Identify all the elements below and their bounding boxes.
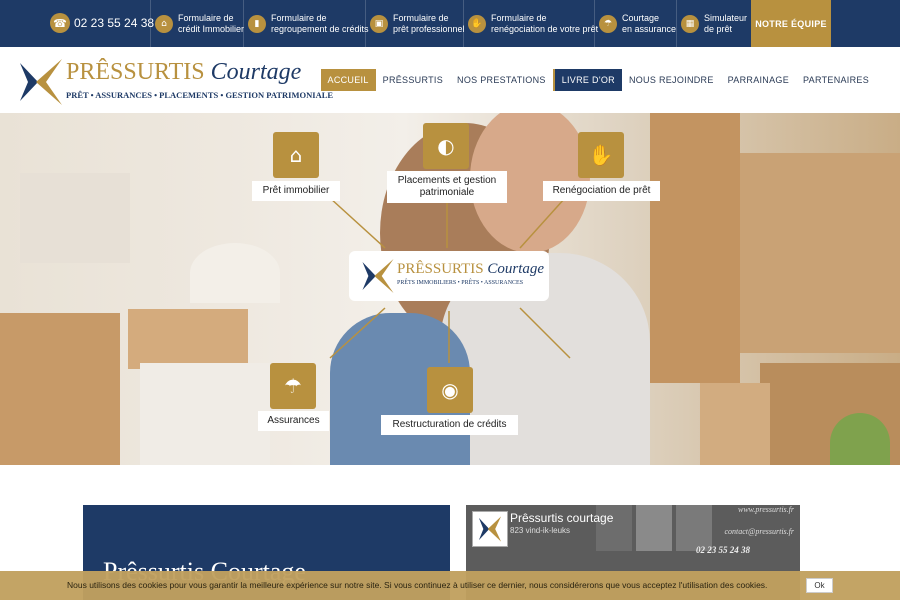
nav-nous-rejoindre[interactable]: NOUS REJOINDRE <box>622 69 721 91</box>
piggy-bank-icon[interactable]: ◐ <box>423 123 469 169</box>
site-header: PRÊSSURTIS Courtage PRÊT • ASSURANCES • … <box>0 47 900 113</box>
logo-tagline: PRÊT • ASSURANCES • PLACEMENTS • GESTION… <box>66 90 334 100</box>
facebook-phone: 02 23 55 24 38 <box>696 545 750 555</box>
house-icon: ⌂ <box>155 14 173 33</box>
service-pret-immobilier[interactable]: Prêt immobilier <box>252 181 340 201</box>
service-restructuration[interactable]: Restructuration de crédits <box>381 415 518 435</box>
facebook-likes: 823 vind-ik-leuks <box>510 526 571 535</box>
calculator-icon: ▦ <box>681 14 699 33</box>
topbar-link-line2: de prêt <box>704 23 733 34</box>
topbar-link-regroupement[interactable]: ▮ Formulaire de regroupement de crédits <box>243 0 369 47</box>
logo-brand-main: PRÊSSURTIS <box>66 59 205 85</box>
topbar-link-credit-immobilier[interactable]: ⌂ Formulaire de crédit Immobilier <box>150 0 244 47</box>
logo-mark-icon <box>478 516 502 542</box>
topbar-link-renegociation[interactable]: ✋ Formulaire de renégociation de votre pr… <box>463 0 598 47</box>
topbar-link-line2: regroupement de crédits <box>271 23 369 34</box>
topbar-link-line2: renégociation de votre prêt <box>491 23 599 34</box>
handshake-icon: ✋ <box>468 14 486 33</box>
phone-number[interactable]: 02 23 55 24 38 <box>74 16 154 30</box>
logo-brand-secondary: Courtage <box>210 59 302 85</box>
logo-mark-icon <box>362 259 394 293</box>
center-logo[interactable]: PRÊSSURTIS Courtage PRÊTS IMMOBILIERS • … <box>349 251 549 301</box>
topbar-link-line1: Formulaire de <box>491 12 547 23</box>
facebook-site: www.pressurtis.fr <box>737 505 794 514</box>
topbar-link-assurance[interactable]: ☂ Courtage en assurance <box>594 0 676 47</box>
handshake-icon[interactable]: ✋ <box>578 132 624 178</box>
cookie-ok-button[interactable]: Ok <box>806 578 833 593</box>
umbrella-icon: ☂ <box>599 14 617 33</box>
nav-partenaires[interactable]: PARTENAIRES <box>796 69 876 91</box>
nav-prestations[interactable]: NOS PRESTATIONS <box>450 69 553 91</box>
service-placements[interactable]: Placements et gestion patrimoniale <box>387 171 507 203</box>
topbar-link-line1: Courtage <box>622 12 660 23</box>
service-renegociation[interactable]: Renégociation de prêt <box>543 181 660 201</box>
topbar-link-line2: prêt professionnel <box>393 23 465 34</box>
nav-accueil[interactable]: ACCUEIL <box>320 69 376 91</box>
logo-mark-icon <box>20 59 62 105</box>
facebook-contact: contact@pressurtis.fr <box>724 527 794 536</box>
topbar-link-line2: en assurance <box>622 23 677 34</box>
site-logo[interactable]: PRÊSSURTIS Courtage PRÊT • ASSURANCES • … <box>20 57 333 107</box>
center-logo-tagline: PRÊTS IMMOBILIERS • PRÊTS • ASSURANCES <box>397 280 524 286</box>
topbar-link-line1: Simulateur <box>704 12 748 23</box>
chart-icon: ▮ <box>248 14 266 33</box>
umbrella-icon[interactable]: ☂ <box>270 363 316 409</box>
hero-banner: ⌂ Prêt immobilier ◐ Placements et gestio… <box>0 113 900 465</box>
main-nav: ACCUEIL PRÊSSURTIS NOS PRESTATIONS LIVRE… <box>320 69 876 91</box>
nav-pressurtis[interactable]: PRÊSSURTIS <box>376 69 450 91</box>
facebook-page-name[interactable]: Prêssurtis courtage <box>510 511 613 525</box>
phone-contact[interactable]: ☎ 02 23 55 24 38 <box>50 12 154 34</box>
house-euro-icon[interactable]: ⌂ <box>273 132 319 178</box>
service-assurances[interactable]: Assurances <box>258 411 329 431</box>
team-button[interactable]: NOTRE ÉQUIPE <box>751 0 831 47</box>
topbar-link-line2: crédit Immobilier <box>178 23 245 34</box>
center-logo-brand-main: PRÊSSURTIS <box>397 261 484 277</box>
top-bar: ☎ 02 23 55 24 38 ⌂ Formulaire de crédit I… <box>0 0 900 47</box>
phone-icon: ☎ <box>50 13 70 33</box>
center-logo-brand-secondary: Courtage <box>487 261 545 277</box>
topbar-link-line1: Formulaire de <box>271 12 327 23</box>
topbar-link-line1: Formulaire de <box>393 12 449 23</box>
coins-icon[interactable]: ◉ <box>427 367 473 413</box>
cookie-text: Nous utilisons des cookies pour vous gar… <box>67 580 768 590</box>
team-photo <box>636 505 672 551</box>
nav-livre-dor[interactable]: LIVRE D'OR <box>552 69 622 91</box>
topbar-link-pret-pro[interactable]: ▣ Formulaire de prêt professionnel <box>365 0 465 47</box>
topbar-link-simulateur[interactable]: ▦ Simulateur de prêt <box>676 0 747 47</box>
facebook-avatar[interactable] <box>472 511 508 547</box>
briefcase-icon: ▣ <box>370 14 388 33</box>
topbar-link-line1: Formulaire de <box>178 12 234 23</box>
nav-parrainage[interactable]: PARRAINAGE <box>721 69 796 91</box>
cookie-banner: Nous utilisons des cookies pour vous gar… <box>0 571 900 600</box>
